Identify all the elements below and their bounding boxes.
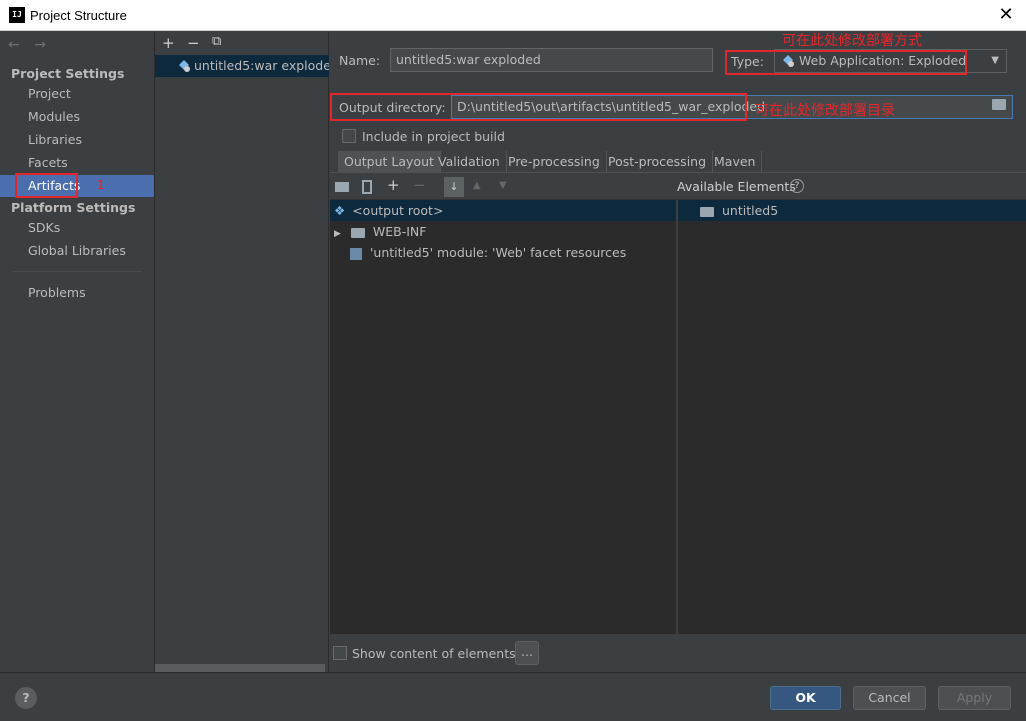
nav-arrows: ← →	[8, 37, 56, 53]
ok-button[interactable]: OK	[770, 686, 841, 710]
nav-item-sdks[interactable]: SDKs	[0, 217, 154, 239]
add-icon[interactable]: +	[162, 34, 175, 52]
tree-row-output-root[interactable]: ❖ <output root>	[330, 200, 676, 221]
type-annotation-text: 可在此处修改部署方式	[782, 33, 922, 49]
include-in-build-checkbox[interactable]	[342, 129, 356, 143]
output-layout-tree: ❖ <output root> ▶ WEB-INF 'untitled5' mo…	[330, 200, 676, 634]
new-folder-icon[interactable]	[335, 182, 349, 192]
chevron-down-icon: ▼	[991, 55, 999, 66]
expand-arrow-icon[interactable]: ▶	[334, 229, 341, 239]
output-root-icon: ❖	[334, 203, 346, 218]
title-bar: IJ Project Structure ✕	[0, 0, 1026, 31]
artifact-tabs: Output Layout Validation Pre-processing …	[330, 151, 1026, 173]
output-annotation-text: 可在此处修改部署目录	[755, 103, 895, 119]
archive-icon[interactable]	[362, 180, 372, 194]
sort-icon[interactable]: ↓	[444, 177, 464, 197]
artifact-details-panel: Name: untitled5:war exploded Type: Web A…	[330, 32, 1026, 672]
platform-settings-header: Platform Settings	[11, 200, 136, 215]
nav-item-global-libraries[interactable]: Global Libraries	[0, 240, 154, 262]
tree-row-label: 'untitled5' module: 'Web' facet resource…	[369, 245, 627, 260]
apply-button[interactable]: Apply	[938, 686, 1011, 710]
tree-row-web-inf[interactable]: ▶ WEB-INF	[334, 221, 426, 242]
include-in-build-label: Include in project build	[362, 129, 505, 144]
tree-row-label: WEB-INF	[372, 224, 427, 239]
move-down-icon[interactable]: ▼	[499, 180, 507, 191]
name-label: Name:	[339, 53, 381, 68]
artifacts-annotation-box	[15, 173, 78, 198]
type-annotation-box	[725, 50, 967, 75]
ellipsis-button[interactable]: ...	[515, 641, 539, 665]
nav-item-libraries[interactable]: Libraries	[0, 129, 154, 151]
close-icon[interactable]: ✕	[994, 3, 1018, 27]
nav-item-problems[interactable]: Problems	[0, 282, 154, 304]
copy-icon[interactable]: ⧉	[212, 34, 221, 49]
output-annotation-box	[330, 93, 747, 121]
move-up-icon[interactable]: ▲	[473, 180, 481, 191]
available-elements-tree: untitled5	[677, 200, 1026, 634]
nav-item-modules[interactable]: Modules	[0, 106, 154, 128]
cancel-button[interactable]: Cancel	[853, 686, 926, 710]
back-arrow-icon[interactable]: ←	[8, 37, 20, 53]
window-title: Project Structure	[30, 8, 127, 23]
name-field[interactable]: untitled5:war exploded	[390, 48, 713, 72]
intellij-logo-icon: IJ	[9, 7, 25, 23]
tree-row-facet-resources[interactable]: 'untitled5' module: 'Web' facet resource…	[350, 242, 626, 263]
facet-resource-icon	[350, 247, 362, 260]
add-element-icon[interactable]: +	[387, 176, 400, 194]
dialog-footer: ? OK Cancel Apply	[0, 672, 1026, 721]
web-artifact-icon	[179, 60, 190, 72]
artifact-list-panel: + − ⧉ untitled5:war exploded	[155, 32, 329, 672]
artifact-list-toolbar: + − ⧉	[155, 32, 329, 54]
layout-toolbar: + − ↓ ▲ ▼ Available Elements ?	[330, 174, 1026, 200]
show-content-checkbox[interactable]	[333, 646, 347, 660]
tab-maven[interactable]: Maven	[708, 151, 763, 173]
remove-icon[interactable]: −	[187, 34, 200, 52]
nav-item-project[interactable]: Project	[0, 83, 154, 105]
show-content-label: Show content of elements	[352, 646, 516, 661]
project-settings-header: Project Settings	[11, 66, 125, 81]
tab-output-layout[interactable]: Output Layout	[338, 151, 441, 173]
folder-browse-icon[interactable]	[992, 99, 1006, 110]
nav-item-facets[interactable]: Facets	[0, 152, 154, 174]
available-row-untitled5[interactable]: untitled5	[678, 200, 1026, 221]
tab-pre-processing[interactable]: Pre-processing	[502, 151, 607, 173]
horizontal-scrollbar[interactable]	[155, 664, 325, 672]
artifact-item-label: untitled5:war exploded	[194, 58, 329, 73]
help-icon[interactable]: ?	[790, 179, 804, 193]
tree-row-label: <output root>	[352, 203, 444, 218]
settings-nav: ← → Project Settings Project Modules Lib…	[0, 32, 155, 672]
tab-validation[interactable]: Validation	[432, 151, 507, 173]
nav-divider	[12, 271, 142, 272]
available-elements-label: Available Elements	[677, 179, 796, 194]
remove-element-icon[interactable]: −	[413, 176, 426, 194]
help-button[interactable]: ?	[15, 687, 37, 709]
module-folder-icon	[700, 206, 714, 217]
forward-arrow-icon[interactable]: →	[34, 37, 46, 53]
artifact-item[interactable]: untitled5:war exploded	[155, 55, 329, 77]
folder-icon	[350, 227, 365, 238]
available-row-label: untitled5	[721, 203, 779, 218]
output-layout-area: + − ↓ ▲ ▼ Available Elements ? ❖ <output…	[330, 174, 1026, 634]
artifacts-annotation-number: 1	[97, 178, 105, 192]
tab-post-processing[interactable]: Post-processing	[602, 151, 714, 173]
